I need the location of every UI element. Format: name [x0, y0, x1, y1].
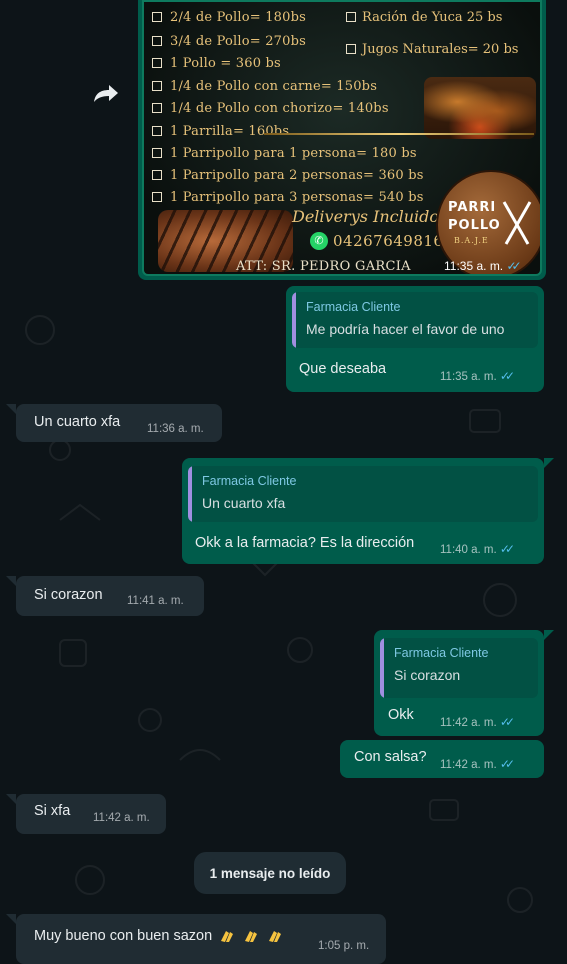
fork-knife-icon	[502, 201, 532, 245]
message-text: Okk a la farmacia? Es la dirección	[195, 535, 415, 551]
logo-text: PARRI	[448, 200, 497, 215]
message-time: 1:05 p. m.	[318, 940, 370, 952]
message-time: 11:42 a. m. ✓✓	[440, 757, 515, 771]
quote-author: Farmacia Cliente	[202, 474, 297, 488]
outgoing-message[interactable]: Con salsa? 11:42 a. m. ✓✓	[340, 740, 544, 778]
bubble-tail	[6, 794, 16, 804]
menu-item-right: Jugos Naturales= 20 bs	[346, 42, 518, 57]
outgoing-message[interactable]: Farmacia Cliente Un cuarto xfa Okk a la …	[182, 458, 544, 564]
clapping-hands-icon	[221, 931, 234, 943]
logo-subtext: B.A.J.E	[454, 236, 489, 245]
unread-label: 1 mensaje no leído	[209, 866, 331, 881]
message-time: 11:40 a. m. ✓✓	[440, 542, 515, 556]
message-text: Si xfa	[34, 803, 71, 819]
bubble-tail	[6, 914, 16, 924]
message-text: Un cuarto xfa	[34, 414, 121, 430]
quoted-message[interactable]: Farmacia Cliente Un cuarto xfa	[188, 466, 538, 522]
menu-item: 1 Pollo = 360 bs	[152, 56, 281, 71]
message-time: 11:36 a. m.	[147, 423, 204, 435]
quoted-message[interactable]: Farmacia Cliente Me podría hacer el favo…	[292, 292, 538, 348]
read-ticks-icon: ✓✓	[499, 542, 515, 556]
incoming-message[interactable]: Si corazon 11:41 a. m.	[16, 576, 204, 616]
logo-text: POLLO	[448, 218, 501, 233]
attention-label: ATT: SR. PEDRO GARCIA	[236, 259, 411, 274]
outgoing-message[interactable]: Farmacia Cliente Si corazon Okk 11:42 a.…	[374, 630, 544, 736]
menu-image-message[interactable]: 2/4 de Pollo= 180bs 3/4 de Pollo= 270bs …	[138, 0, 546, 280]
quoted-message[interactable]: Farmacia Cliente Si corazon	[380, 638, 538, 698]
message-time: 11:35 a. m. ✓✓	[440, 369, 515, 383]
menu-item: 3/4 de Pollo= 270bs	[152, 34, 306, 49]
quote-text: Si corazon	[394, 667, 461, 683]
message-time: 11:41 a. m.	[127, 595, 184, 607]
quote-author: Farmacia Cliente	[306, 300, 401, 314]
menu-item-right: Ración de Yuca 25 bs	[346, 10, 502, 25]
unread-messages-divider: 1 mensaje no leído	[194, 852, 346, 894]
message-text: Con salsa?	[354, 749, 427, 765]
bubble-tail	[6, 576, 16, 586]
quote-text: Me podría hacer el favor de uno	[306, 321, 505, 337]
quote-text: Un cuarto xfa	[202, 495, 286, 511]
read-ticks-icon: ✓✓	[499, 715, 515, 729]
message-time: 11:42 a. m.	[93, 812, 150, 824]
menu-item: 1/4 de Pollo con chorizo= 140bs	[152, 101, 389, 116]
menu-item: 1 Parripollo para 1 persona= 180 bs	[152, 146, 417, 161]
incoming-message[interactable]: Muy bueno con buen sazon 1:05 p. m.	[16, 914, 386, 964]
menu-item: 2/4 de Pollo= 180bs	[152, 10, 306, 25]
message-text: Si corazon	[34, 587, 103, 603]
menu-item: 1 Parripollo para 2 personas= 360 bs	[152, 168, 424, 183]
menu-flyer-image: 2/4 de Pollo= 180bs 3/4 de Pollo= 270bs …	[142, 0, 542, 276]
grilled-chicken-photo	[424, 77, 536, 139]
incoming-message[interactable]: Si xfa 11:42 a. m.	[16, 794, 166, 834]
whatsapp-icon: ✆	[310, 232, 328, 250]
message-text: Que deseaba	[299, 361, 387, 377]
bubble-tail	[544, 630, 554, 640]
menu-item: 1/4 de Pollo con carne= 150bs	[152, 79, 377, 94]
divider	[264, 133, 534, 135]
message-text: Muy bueno con buen sazon	[34, 928, 284, 944]
read-ticks-icon: ✓✓	[499, 369, 515, 383]
forward-arrow-icon	[94, 85, 118, 102]
quote-author: Farmacia Cliente	[394, 646, 489, 660]
read-ticks-icon: ✓✓	[506, 259, 522, 273]
outgoing-message[interactable]: Farmacia Cliente Me podría hacer el favo…	[286, 286, 544, 392]
delivery-label: Deliverys Incluidos	[292, 207, 448, 226]
menu-item: 1 Parrilla= 160bs	[152, 124, 289, 139]
bubble-tail	[6, 404, 16, 414]
message-time: 11:42 a. m. ✓✓	[440, 715, 515, 729]
message-text: Okk	[388, 707, 414, 723]
bubble-tail	[544, 458, 554, 468]
clapping-hands-icon	[269, 931, 282, 943]
forward-button[interactable]	[92, 82, 120, 104]
message-time: 11:35 a. m. ✓✓	[444, 259, 522, 273]
phone-number: 04267649816	[333, 232, 444, 250]
incoming-message[interactable]: Un cuarto xfa 11:36 a. m.	[16, 404, 222, 442]
menu-item: 1 Parripollo para 3 personas= 540 bs	[152, 190, 424, 205]
clapping-hands-icon	[245, 931, 258, 943]
read-ticks-icon: ✓✓	[499, 757, 515, 771]
